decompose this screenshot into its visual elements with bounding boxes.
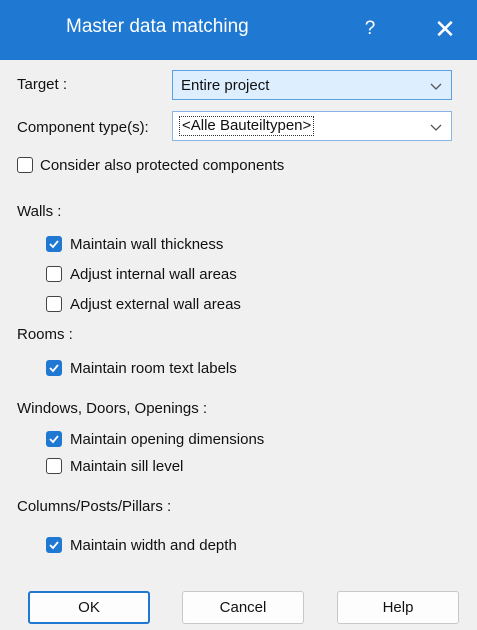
help-button[interactable]: Help [337, 591, 459, 624]
maintain-sill-level-label: Maintain sill level [70, 458, 184, 475]
check-icon [49, 541, 59, 550]
component-type-dropdown[interactable]: <Alle Bauteiltypen> [172, 111, 452, 141]
help-icon[interactable]: ? [355, 12, 385, 46]
maintain-room-text-labels-checkbox[interactable] [46, 360, 62, 376]
check-icon [49, 240, 59, 249]
maintain-sill-level-checkbox[interactable] [46, 458, 62, 474]
columns-heading: Columns/Posts/Pillars : [17, 498, 172, 515]
adjust-internal-wall-areas-checkbox[interactable] [46, 266, 62, 282]
openings-heading: Windows, Doors, Openings : [17, 400, 208, 417]
maintain-room-text-labels-label: Maintain room text labels [70, 360, 237, 377]
maintain-width-and-depth-checkbox[interactable] [46, 537, 62, 553]
check-icon [49, 364, 59, 373]
adjust-external-wall-areas-label: Adjust external wall areas [70, 296, 241, 313]
target-value: Entire project [181, 77, 270, 94]
title-bar: Master data matching ? ✕ [0, 0, 477, 60]
check-icon [49, 435, 59, 444]
close-icon[interactable]: ✕ [425, 10, 465, 48]
protected-checkbox[interactable] [17, 157, 33, 173]
target-label: Target : [17, 76, 68, 93]
maintain-wall-thickness-checkbox[interactable] [46, 236, 62, 252]
master-data-matching-dialog: Master data matching ? ✕ Target : Entire… [0, 0, 477, 630]
maintain-opening-dimensions-checkbox[interactable] [46, 431, 62, 447]
ok-button[interactable]: OK [28, 591, 150, 624]
maintain-wall-thickness-label: Maintain wall thickness [70, 236, 224, 253]
chevron-down-icon [430, 83, 442, 90]
adjust-external-wall-areas-checkbox[interactable] [46, 296, 62, 312]
protected-label: Consider also protected components [40, 157, 285, 174]
target-dropdown[interactable]: Entire project [172, 70, 452, 100]
walls-heading: Walls : [17, 203, 62, 220]
component-label: Component type(s): [17, 119, 149, 136]
rooms-heading: Rooms : [17, 326, 73, 343]
maintain-width-and-depth-label: Maintain width and depth [70, 537, 237, 554]
cancel-button[interactable]: Cancel [182, 591, 304, 624]
component-value: <Alle Bauteiltypen> [179, 116, 315, 136]
window-title: Master data matching [66, 16, 249, 37]
maintain-opening-dimensions-label: Maintain opening dimensions [70, 431, 265, 448]
adjust-internal-wall-areas-label: Adjust internal wall areas [70, 266, 237, 283]
chevron-down-icon [430, 124, 442, 131]
